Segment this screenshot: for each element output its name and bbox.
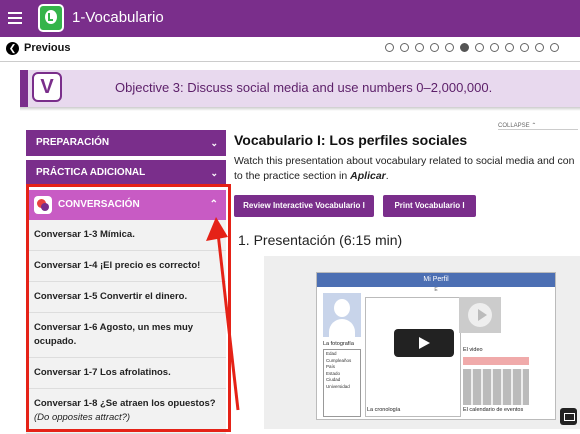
video-label: El video (463, 347, 483, 353)
page-title: Vocabulario I: Los perfiles sociales (234, 132, 468, 148)
profile-fields: Edad Cumpleaños País Estado Ciudad Universida… (323, 349, 361, 417)
sidebar-section-label: PRÁCTICA ADICIONAL (36, 167, 146, 178)
print-vocabulary-button[interactable]: Print Vocabulario I (383, 195, 476, 217)
sidebar-section-label: PREPARACIÓN (36, 137, 110, 148)
pager-dot[interactable] (460, 43, 469, 52)
description-line: to the practice section in (234, 170, 351, 182)
presentation-heading: 1. Presentación (6:15 min) (238, 232, 403, 248)
pager-dot[interactable] (430, 43, 439, 52)
list-item-label: Conversar 1-7 Los afrolatinos. (34, 367, 171, 378)
pager-dot[interactable] (400, 43, 409, 52)
sidebar-section-preparacion[interactable]: PREPARACIÓN ⌄ (26, 130, 226, 156)
description-line: . (385, 170, 389, 182)
chat-bubbles-icon (34, 196, 52, 214)
calendar-label: El calendario de eventos (463, 407, 524, 413)
pager-dot[interactable] (550, 43, 559, 52)
calendar-header (463, 357, 529, 365)
timeline-label: La cronología (367, 407, 401, 413)
pager-dot[interactable] (535, 43, 544, 52)
pager-dot[interactable] (415, 43, 424, 52)
pager-dot[interactable] (505, 43, 514, 52)
pager-dot[interactable] (520, 43, 529, 52)
profile-field: Universidad (326, 383, 350, 389)
chevron-down-icon: ⌄ (210, 138, 218, 148)
pager-dot[interactable] (490, 43, 499, 52)
list-item-subtitle: (Do opposites attract?) (34, 412, 131, 423)
sidebar-section-practica[interactable]: PRÁCTICA ADICIONAL ⌄ (26, 160, 226, 186)
pager-dots (385, 43, 565, 61)
fullscreen-icon[interactable] (560, 408, 577, 425)
chevron-down-icon: ⌄ (210, 168, 218, 178)
pager-dot[interactable] (385, 43, 394, 52)
play-icon[interactable] (394, 329, 454, 357)
pager-dot[interactable] (445, 43, 454, 52)
review-vocabulary-button[interactable]: Review Interactive Vocabulario I (234, 195, 374, 217)
card-title: Mi Perfil (317, 273, 555, 287)
aplicar-emphasis: Aplicar (350, 170, 386, 182)
list-item-label: Conversar 1-3 Mímica. (34, 229, 135, 240)
hamburger-icon[interactable] (8, 12, 22, 24)
description: Watch this presentation about vocabulary… (234, 154, 580, 184)
calendar-grid (463, 369, 529, 405)
timeline-box (365, 297, 461, 417)
speech-bubble-logo-icon (38, 4, 64, 32)
pager-dot[interactable] (475, 43, 484, 52)
back-arrow-icon[interactable]: ❮ (6, 42, 19, 55)
video-player[interactable]: Mi Perfil E La fotografía Edad Cumpleaños… (264, 256, 580, 429)
list-item-label: Conversar 1-6 Agosto, un mes muy ocupado… (34, 322, 194, 347)
top-bar: 1-Vocabulario (0, 0, 580, 37)
sidebar-section-label: CONVERSACIÓN (58, 199, 140, 210)
photo-label: La fotografía (323, 341, 354, 347)
divider (20, 107, 580, 111)
collapse-toggle[interactable]: COLLAPSE ⌃ (498, 122, 578, 130)
video-thumb-icon (459, 297, 501, 333)
objective-badge: V (32, 72, 62, 102)
list-item-label: Conversar 1-4 ¡El precio es correcto! (34, 260, 201, 271)
description-line: Watch this presentation about vocabulary… (234, 155, 575, 167)
app-title: 1-Vocabulario (72, 9, 164, 26)
list-item-label: Conversar 1-5 Convertir el dinero. (34, 291, 188, 302)
objective-text: Objective 3: Discuss social media and us… (115, 80, 493, 95)
previous-link[interactable]: Previous (24, 42, 70, 54)
profile-avatar-icon (323, 293, 361, 337)
nav-bar: ❮ Previous (0, 37, 580, 62)
